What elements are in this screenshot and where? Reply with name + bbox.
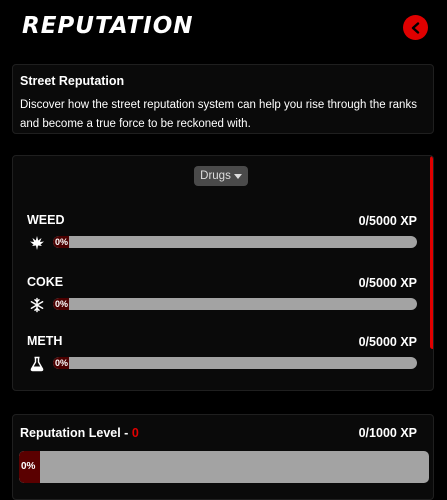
reputation-level-text: Reputation Level -: [20, 426, 132, 440]
meth-progress-bar: 0%: [53, 357, 417, 369]
reputation-level-panel: Reputation Level - 0 0/1000 XP 0%: [12, 414, 434, 500]
info-card: Street Reputation Discover how the stree…: [12, 64, 434, 134]
drug-row-meth: METH 0/5000 XP 0%: [27, 334, 417, 384]
info-description: Discover how the street reputation syste…: [20, 99, 417, 130]
reputation-level-value: 0: [131, 426, 139, 440]
drug-name: COKE: [27, 275, 64, 289]
snowflake-icon: [27, 295, 47, 315]
header: Reputation: [0, 0, 447, 58]
drug-xp: 0/5000 XP: [358, 276, 417, 290]
drug-name: METH: [27, 334, 63, 348]
reputation-level-xp: 0/1000 XP: [358, 426, 417, 440]
drug-reputation-panel: Drugs WEED 0/5000 XP 0% COKE 0/5000 XP 0…: [12, 155, 434, 391]
reputation-level-progress-bar: 0%: [19, 451, 429, 483]
flask-icon: [27, 354, 47, 374]
scrollbar[interactable]: [430, 156, 433, 390]
progress-percent: 0%: [55, 237, 69, 247]
drug-name: WEED: [27, 213, 65, 227]
page-title: Reputation: [22, 13, 194, 39]
category-dropdown[interactable]: Drugs: [194, 166, 248, 186]
drug-row-weed: WEED 0/5000 XP 0%: [27, 213, 417, 263]
progress-percent: 0%: [55, 358, 69, 368]
reputation-level-label: Reputation Level - 0: [20, 426, 139, 440]
drug-xp: 0/5000 XP: [358, 214, 417, 228]
drug-row-coke: COKE 0/5000 XP 0%: [27, 275, 417, 325]
progress-percent: 0%: [55, 299, 69, 309]
back-button[interactable]: [403, 15, 428, 40]
chevron-left-icon: [411, 21, 419, 34]
progress-percent: 0%: [21, 461, 36, 472]
cannabis-leaf-icon: [27, 233, 47, 253]
scrollbar-thumb[interactable]: [430, 156, 433, 349]
category-dropdown-label: Drugs: [200, 170, 231, 182]
drug-xp: 0/5000 XP: [358, 335, 417, 349]
info-title: Street Reputation: [20, 74, 125, 88]
weed-progress-bar: 0%: [53, 236, 417, 248]
coke-progress-bar: 0%: [53, 298, 417, 310]
caret-down-icon: [233, 174, 242, 179]
